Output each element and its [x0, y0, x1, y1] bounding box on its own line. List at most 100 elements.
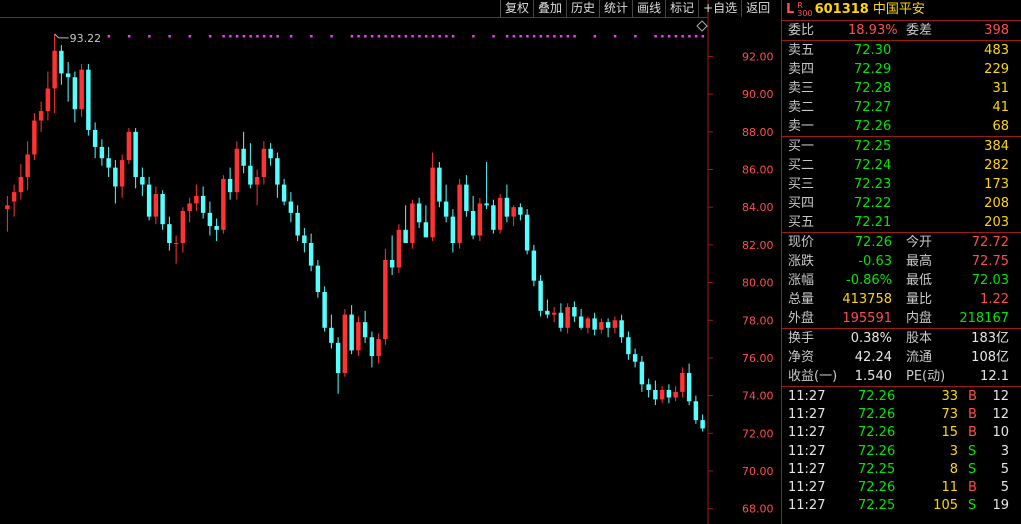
- candle-body: [592, 318, 597, 330]
- stat-value: 72.03: [971, 273, 1009, 288]
- candle-body: [322, 291, 327, 328]
- candle-body: [464, 184, 469, 211]
- event-marker: [519, 35, 522, 38]
- weibi-value: 18.93%: [848, 23, 898, 38]
- fund-value: 183亿: [971, 331, 1009, 346]
- kline-svg[interactable]: 92.00 90.00 88.00 86.00 84.00 82.00 80.00 78.00…: [0, 0, 780, 524]
- y-tick-label: 92.00: [742, 50, 774, 63]
- event-marker: [654, 35, 657, 38]
- tick-price: 72.26: [858, 425, 896, 441]
- tick-side: S: [968, 443, 977, 459]
- candle-body: [25, 154, 30, 178]
- candle-body: [626, 337, 631, 355]
- candle-body: [59, 50, 64, 74]
- statistics-button[interactable]: 统计: [599, 0, 632, 17]
- buy-price: 72.23: [854, 177, 892, 192]
- tick-row: 11:27 72.26 11 B 5: [782, 478, 1021, 496]
- fundamentals: 换手 0.38% 股本 183亿 净资 42.24 流通 108亿 收益(一) 1.540 PE(动…: [782, 329, 1021, 387]
- tick-time: 11:27: [788, 479, 826, 495]
- back-button[interactable]: 返回: [741, 0, 774, 17]
- fund-label: PE(动): [906, 369, 946, 384]
- event-marker: [229, 35, 232, 38]
- event-marker: [411, 35, 414, 38]
- candle-body: [329, 327, 334, 343]
- candle-body: [572, 307, 577, 317]
- candle-body: [680, 373, 685, 392]
- y-tick-label: 78.00: [742, 314, 774, 327]
- candle-body: [214, 226, 219, 230]
- candle-body: [146, 184, 152, 217]
- y-tick-label: 80.00: [742, 277, 774, 290]
- event-marker: [377, 35, 381, 38]
- candle-body: [518, 207, 523, 215]
- event-marker: [634, 35, 637, 38]
- event-marker: [445, 35, 448, 38]
- tick-price: 72.25: [858, 461, 896, 477]
- candle-body: [119, 160, 125, 187]
- candle-body: [362, 322, 368, 338]
- candle-body: [99, 146, 105, 159]
- chart-toolbar: 复权 叠加 历史 统计 画线 标记 +自选 返回: [500, 0, 774, 17]
- sell-orders: 卖五 72.30 483 卖四 72.29 229 卖三 72.28 31 卖二 72.27 41 卖一…: [782, 41, 1021, 137]
- history-button[interactable]: 历史: [566, 0, 599, 17]
- fund-label: 换手: [788, 331, 815, 346]
- candle-body: [504, 197, 510, 217]
- draw-line-button[interactable]: 画线: [632, 0, 665, 17]
- event-marker: [472, 35, 475, 38]
- sell-row: 卖五 72.30 483: [782, 41, 1021, 60]
- high-annotation-label: 93.22: [70, 32, 102, 45]
- sell-price: 72.26: [854, 119, 892, 134]
- r-badge-bottom: 300: [797, 9, 813, 18]
- sell-level-label: 卖二: [788, 100, 815, 115]
- fund-label: 股本: [906, 331, 933, 346]
- candle-body: [396, 229, 402, 268]
- candle-body: [578, 316, 584, 328]
- stat-label: 今开: [906, 235, 933, 250]
- quote-panel: L R 300 601318 中国平安 委比 18.93% 委差 398 卖五 7…: [781, 0, 1021, 524]
- tick-price: 72.26: [858, 407, 896, 423]
- sell-level-label: 卖四: [788, 62, 815, 77]
- sell-row: 卖三 72.28 31: [782, 79, 1021, 98]
- event-marker: [249, 35, 252, 38]
- stat-label: 涨幅: [788, 273, 815, 288]
- candle-body: [11, 192, 17, 202]
- tick-count: 5: [1000, 479, 1009, 495]
- candle-body: [673, 391, 678, 398]
- candle-body: [106, 158, 111, 168]
- overlay-button[interactable]: 叠加: [533, 0, 566, 17]
- event-marker: [526, 35, 529, 38]
- candle-body: [423, 222, 429, 238]
- fund-label: 流通: [906, 350, 933, 365]
- sell-volume: 483: [984, 43, 1009, 58]
- candle-body: [241, 148, 246, 166]
- event-marker: [492, 35, 495, 38]
- kline-chart[interactable]: 92.00 90.00 88.00 86.00 84.00 82.00 80.00 78.00…: [0, 0, 780, 524]
- tick-list: 11:27 72.26 33 B 12 11:27 72.26 73 B 12 11:27 72.26…: [782, 387, 1021, 514]
- candle-body: [180, 210, 186, 244]
- buy-volume: 208: [984, 196, 1009, 211]
- tick-price: 72.26: [858, 389, 896, 404]
- candle-body: [403, 229, 408, 244]
- event-marker: [262, 35, 266, 38]
- stat-label: 内盘: [906, 311, 933, 326]
- sell-volume: 229: [984, 62, 1009, 77]
- mark-button[interactable]: 标记: [665, 0, 698, 17]
- candle-body: [659, 389, 665, 400]
- tick-side: B: [968, 389, 977, 404]
- stat-label: 涨跌: [788, 254, 815, 269]
- buy-volume: 203: [984, 215, 1009, 230]
- candle-body: [72, 77, 78, 110]
- event-marker: [330, 35, 333, 38]
- restore-rights-button[interactable]: 复权: [500, 0, 533, 17]
- candle-body: [565, 307, 570, 328]
- y-tick-label: 84.00: [742, 201, 774, 214]
- candle-body: [531, 250, 537, 281]
- tick-side: B: [968, 479, 977, 495]
- buy-row: 买四 72.22 208: [782, 194, 1021, 213]
- tick-time: 11:27: [788, 425, 826, 441]
- sell-row: 卖一 72.26 68: [782, 117, 1021, 136]
- buy-level-label: 买三: [788, 177, 815, 192]
- buy-volume: 384: [984, 139, 1009, 154]
- buy-level-label: 买五: [788, 215, 815, 230]
- add-watchlist-button[interactable]: +自选: [698, 0, 741, 17]
